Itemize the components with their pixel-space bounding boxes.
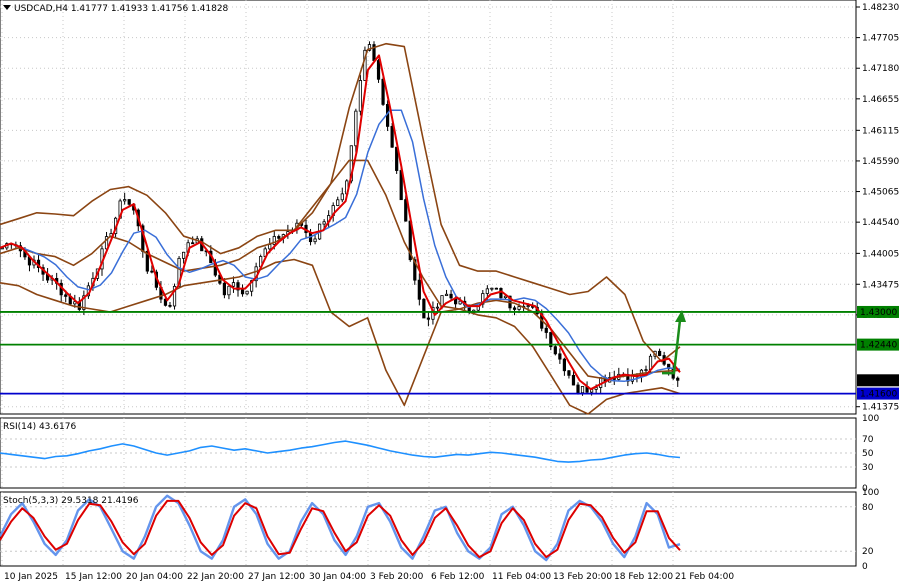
candle-body [517, 306, 521, 310]
level-price-label: 1.41600 [860, 390, 897, 400]
rsi-tick-label: 70 [862, 435, 874, 445]
stoch-title: Stoch(5,3,3) 29.5318 21.4196 [3, 496, 139, 506]
candle-body [435, 306, 440, 309]
x-tick-label: 22 Jan 20:00 [187, 572, 244, 582]
candle-body [222, 282, 226, 296]
candle-body [150, 270, 154, 273]
x-tick-label: 10 Jan 2025 [4, 572, 58, 582]
x-tick-label: 21 Feb 04:00 [675, 572, 734, 582]
candle-body [313, 238, 317, 243]
candle-body [240, 289, 245, 295]
x-tick-label: 6 Feb 12:00 [431, 572, 485, 582]
level-price-label: 1.43000 [860, 308, 897, 318]
candle-body [544, 327, 548, 333]
candle-body [644, 369, 648, 372]
x-tick-label: 13 Feb 20:00 [553, 572, 612, 582]
candle-body [558, 353, 562, 360]
stoch-tick-label: 80 [862, 503, 874, 513]
candle-body [277, 236, 281, 239]
candle-body [268, 244, 272, 250]
x-tick-label: 18 Feb 12:00 [614, 572, 673, 582]
candle-body [490, 287, 494, 290]
candle-body [426, 317, 431, 320]
price-tick-label: 1.45065 [862, 188, 899, 198]
x-tick-label: 11 Feb 04:00 [492, 572, 551, 582]
trading-chart[interactable]: 10 Jan 2025 15 Jan 12:00 20 Jan 04:00 22 Ja… [0, 0, 900, 586]
rsi-tick-label: 100 [862, 414, 879, 424]
candle-body [499, 287, 503, 299]
candle-body [390, 126, 394, 148]
candle-body [422, 298, 426, 319]
rsi-line [0, 440, 681, 463]
x-tick-label: 27 Jan 12:00 [248, 572, 305, 582]
candle-body [553, 346, 557, 355]
level-price-label: 1.42440 [860, 341, 897, 351]
candle-body [576, 384, 580, 394]
triangle-down-icon[interactable] [3, 5, 11, 10]
candle-body [526, 305, 530, 308]
stoch-tick-label: 20 [862, 547, 874, 557]
candle-body [676, 377, 680, 381]
price-tick-label: 1.44540 [862, 218, 899, 228]
level-price-label: 1.41828 [860, 376, 897, 386]
price-tick-label: 1.47180 [862, 64, 899, 74]
price-tick-label: 1.47705 [862, 34, 899, 44]
price-tick-label: 1.48230 [862, 3, 899, 13]
candle-body [322, 221, 326, 225]
price-tick-label: 1.46655 [862, 95, 899, 105]
candle-body [567, 370, 571, 376]
candle-body [404, 199, 408, 222]
price-tick-label: 1.46115 [862, 126, 899, 136]
price-tick-label: 1.41375 [862, 403, 899, 413]
price-tick-label: 1.44005 [862, 249, 899, 259]
rsi-title: RSI(14) 43.6176 [3, 422, 76, 432]
x-tick-label: 20 Jan 04:00 [126, 572, 183, 582]
x-tick-label: 30 Jan 04:00 [309, 572, 366, 582]
candle-body [336, 199, 340, 206]
x-tick-label: 15 Jan 12:00 [65, 572, 122, 582]
candle-body [245, 290, 249, 295]
candle-body [354, 110, 358, 147]
candle-body [444, 293, 449, 297]
candle-body [485, 288, 489, 294]
candle-body [340, 193, 344, 201]
candle-body [580, 386, 585, 394]
candle-body [658, 350, 662, 356]
candle-body [191, 242, 195, 245]
projection-arrow-shaft [662, 319, 682, 375]
candle-body [123, 199, 127, 202]
candle-body [449, 293, 453, 299]
bollinger-upper-band [0, 42, 681, 363]
rsi-panel[interactable] [0, 417, 857, 489]
candle-body [376, 60, 381, 80]
candle-body [227, 285, 231, 296]
candle-body [168, 304, 172, 307]
candle-body [562, 358, 567, 372]
candle-body [181, 251, 186, 259]
candle-body [571, 374, 576, 386]
stoch-tick-label: 100 [862, 488, 879, 498]
x-tick-label: 3 Feb 20:00 [370, 572, 424, 582]
candle-body [417, 279, 421, 300]
price-tick-label: 1.45590 [862, 157, 899, 167]
candle-body [231, 282, 236, 287]
price-tick-label: 1.43475 [862, 280, 899, 290]
rsi-tick-label: 50 [862, 449, 874, 459]
rsi-tick-label: 30 [862, 463, 874, 473]
candle-body [127, 199, 131, 205]
chart-header-symbol: USDCAD,H4 1.41777 1.41933 1.41756 1.4182… [14, 4, 229, 14]
stoch-tick-label: 0 [862, 562, 868, 572]
candle-body [64, 294, 68, 297]
candle-body [512, 307, 517, 310]
candle-body [494, 287, 499, 290]
candle-body [358, 80, 363, 112]
